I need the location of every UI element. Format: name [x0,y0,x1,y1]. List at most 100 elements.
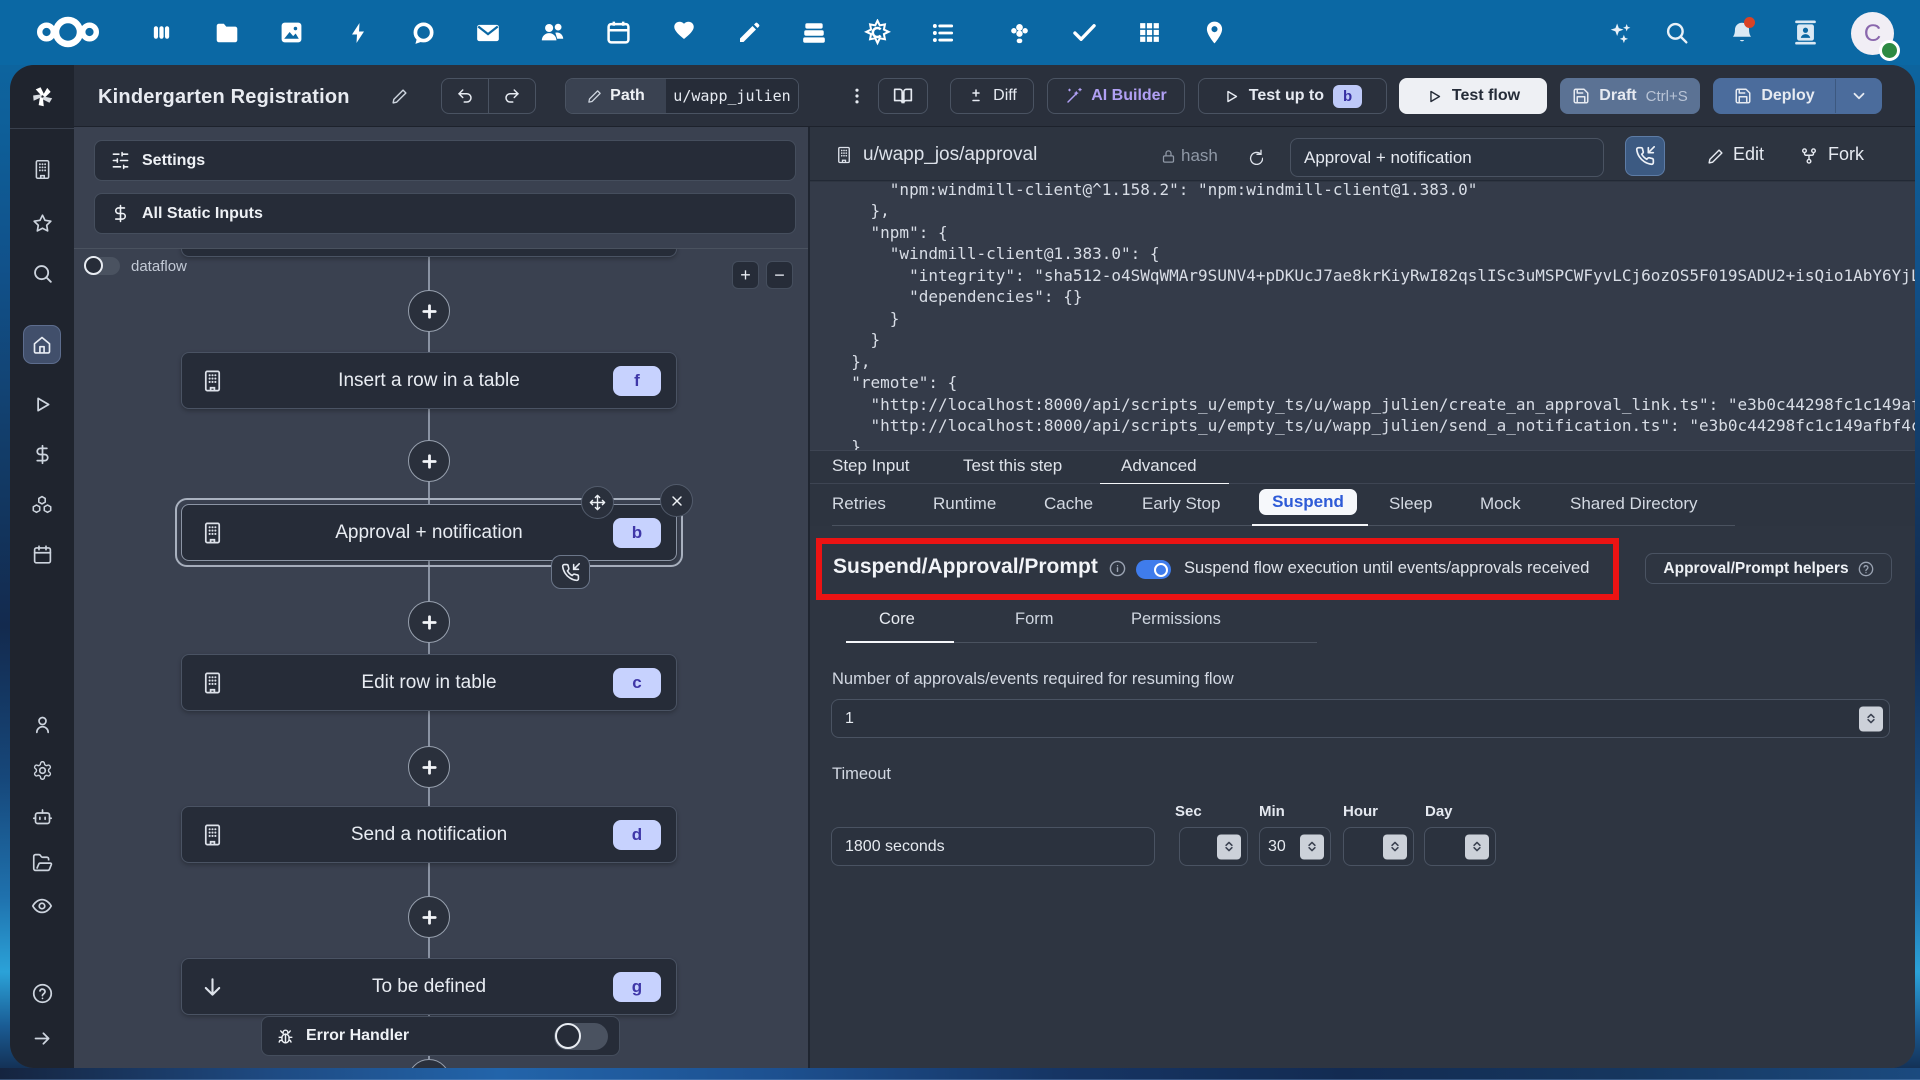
search-icon[interactable] [1663,19,1690,46]
hash-label[interactable]: hash [1181,146,1218,166]
timeout-day-input[interactable] [1424,827,1496,866]
sidebar-folders-icon[interactable] [31,851,53,873]
lockfile-code-viewer[interactable]: "npm:windmill-client@^1.158.2": "npm:win… [810,182,1915,450]
collectives-icon[interactable] [864,19,891,46]
ai-builder-button[interactable]: AI Builder [1047,78,1185,114]
redo-button[interactable] [488,78,536,114]
sidebar-favorites-icon[interactable] [31,212,53,234]
nextcloud-logo[interactable] [37,15,99,49]
maps-icon[interactable] [1201,19,1228,46]
deck-icon[interactable] [800,19,827,46]
notes-icon[interactable] [735,19,762,46]
step-summary-input[interactable]: Approval + notification [1290,138,1604,177]
refresh-icon[interactable] [1247,149,1263,165]
sidebar-search-icon[interactable] [31,262,53,284]
path-value[interactable]: u/wapp_julien [666,79,798,113]
path-button[interactable]: Path [566,79,666,113]
more-menu-icon[interactable] [846,85,868,107]
diff-button[interactable]: Diff [950,78,1034,114]
sidebar-workspace-icon[interactable] [31,158,53,180]
info-icon[interactable] [1109,560,1126,577]
suspend-tab-form[interactable]: Form [1015,610,1054,629]
sidebar-expand-icon[interactable] [31,1027,53,1049]
suspend-tab-core[interactable]: Core [879,610,915,629]
subtab-early-stop[interactable]: Early Stop [1142,494,1220,514]
flow-graph-canvas[interactable]: Insert a row in a table f Approval + not… [74,249,808,1068]
test-flow-button[interactable]: Test flow [1399,78,1547,114]
suspend-toggle[interactable] [1136,560,1171,579]
subtab-suspend[interactable]: Suspend [1259,489,1357,515]
deploy-dropdown[interactable] [1835,79,1881,113]
suspend-phone-button[interactable] [1625,136,1665,176]
sidebar-settings-icon[interactable] [31,759,53,781]
assistant-icon[interactable] [1607,19,1634,46]
sidebar-help-icon[interactable] [31,982,53,1004]
contacts-menu-icon[interactable] [1792,19,1819,46]
timeout-input[interactable]: 1800 seconds [831,827,1155,866]
add-step-button[interactable] [408,746,450,788]
add-step-button[interactable] [408,440,450,482]
photos-icon[interactable] [278,19,305,46]
sidebar-variables-icon[interactable] [31,443,53,465]
subtab-runtime[interactable]: Runtime [933,494,996,514]
number-spinner[interactable] [1465,834,1489,859]
contacts-icon[interactable] [539,19,566,46]
add-step-button[interactable] [408,896,450,938]
undo-button[interactable] [441,78,489,114]
tab-test-this-step[interactable]: Test this step [963,456,1062,476]
suspend-tab-permissions[interactable]: Permissions [1131,610,1221,629]
move-node-handle[interactable] [581,486,614,519]
flow-node-input[interactable] [181,249,677,257]
path-widget[interactable]: Path u/wapp_julien [565,78,799,114]
dashboard-icon[interactable] [148,19,175,46]
checks-icon[interactable] [1071,19,1098,46]
zoom-in-button[interactable]: + [732,261,759,289]
delete-node-button[interactable] [660,484,693,517]
timeout-hour-input[interactable] [1343,827,1414,866]
flow-node[interactable]: To be defined g [181,958,677,1015]
add-step-button[interactable] [408,601,450,643]
edit-title-icon[interactable] [391,88,408,105]
talk-icon[interactable] [409,19,436,46]
approval-helpers-button[interactable]: Approval/Prompt helpers [1645,553,1892,584]
edit-script-button[interactable]: Edit [1733,144,1764,165]
zoom-out-button[interactable]: − [766,261,793,289]
sidebar-runs-icon[interactable] [31,393,53,415]
subtab-cache[interactable]: Cache [1044,494,1093,514]
docs-button[interactable] [878,78,928,114]
test-up-to-button[interactable]: Test up to b [1198,78,1387,114]
deploy-main[interactable]: Deploy [1714,79,1835,113]
flow-node[interactable]: Insert a row in a table f [181,352,677,409]
subtab-shared-directory[interactable]: Shared Directory [1570,494,1698,514]
sidebar-home-button[interactable] [23,325,61,364]
approvals-count-input[interactable]: 1 [831,699,1890,738]
files-icon[interactable] [213,19,240,46]
sidebar-resources-icon[interactable] [31,494,53,516]
flow-node[interactable]: Edit row in table c [181,654,677,711]
sidebar-workers-icon[interactable] [31,805,53,827]
calendar-icon[interactable] [605,19,632,46]
number-spinner[interactable] [1300,834,1324,859]
tab-advanced[interactable]: Advanced [1121,456,1197,476]
static-inputs-bar[interactable]: All Static Inputs [94,193,796,234]
number-spinner[interactable] [1383,834,1407,859]
number-spinner[interactable] [1859,706,1883,731]
subtab-mock[interactable]: Mock [1480,494,1521,514]
deploy-button[interactable]: Deploy [1713,78,1882,114]
add-step-button[interactable] [408,1059,450,1068]
favorites-icon[interactable] [670,19,697,46]
forms-icon[interactable] [1006,19,1033,46]
windmill-logo[interactable] [29,83,56,110]
mail-icon[interactable] [474,19,501,46]
sidebar-audit-logs-icon[interactable] [31,895,53,917]
error-handler-bar[interactable]: Error Handler [261,1016,620,1056]
timeout-min-input[interactable]: 30 [1259,827,1331,866]
draft-button[interactable]: Draft Ctrl+S [1560,78,1700,114]
flow-settings-bar[interactable]: Settings [94,140,796,181]
flow-node[interactable]: Send a notification d [181,806,677,863]
add-step-button[interactable] [408,290,450,332]
suspend-indicator-icon[interactable] [551,555,590,589]
number-spinner[interactable] [1217,834,1241,859]
subtab-retries[interactable]: Retries [832,494,886,514]
activity-icon[interactable] [344,19,371,46]
